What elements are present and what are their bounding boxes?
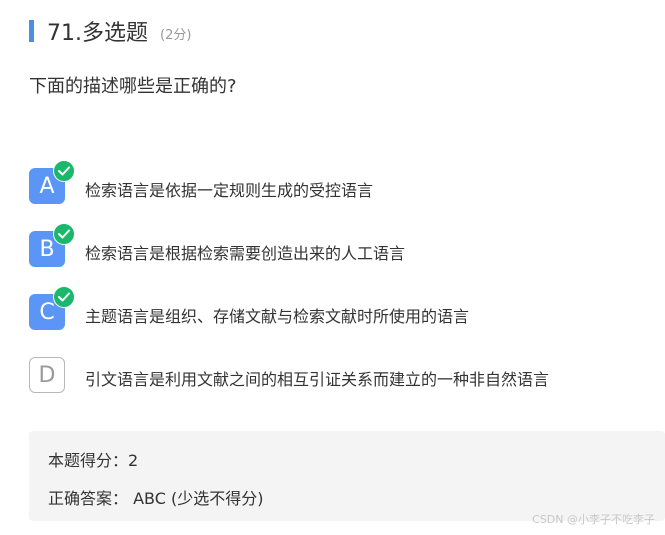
option-c-text: 主题语言是组织、存储文献与检索文献时所使用的语言: [85, 307, 470, 326]
check-circle-icon: [53, 286, 75, 308]
question-header: 71.多选题 (2分): [29, 16, 191, 46]
option-a[interactable]: A 检索语言是依据一定规则生成的受控语言: [29, 160, 649, 231]
option-b-letter: B: [39, 236, 55, 262]
options-list: A 检索语言是依据一定规则生成的受控语言 B 检索语言是根据检索需要创造出来的人…: [29, 160, 649, 420]
watermark: CSDN @小李子不吃李子: [532, 513, 655, 526]
option-c-letter: C: [39, 299, 55, 325]
check-circle-icon: [53, 223, 75, 245]
question-page: 71.多选题 (2分) 下面的描述哪些是正确的? A 检索语言是依据一定规则生成…: [0, 0, 665, 535]
accent-bar: [29, 20, 34, 42]
option-a-letter-box[interactable]: A: [29, 160, 75, 204]
option-d[interactable]: D 引文语言是利用文献之间的相互引证关系而建立的一种非自然语言: [29, 357, 649, 420]
option-d-text: 引文语言是利用文献之间的相互引证关系而建立的一种非自然语言: [85, 370, 550, 389]
question-title: 71.多选题: [47, 21, 148, 46]
option-b-letter-box[interactable]: B: [29, 223, 75, 267]
option-b-text: 检索语言是根据检索需要创造出来的人工语言: [85, 244, 406, 263]
option-a-letter: A: [39, 173, 55, 199]
option-b[interactable]: B 检索语言是根据检索需要创造出来的人工语言: [29, 223, 649, 294]
option-c[interactable]: C 主题语言是组织、存储文献与检索文献时所使用的语言: [29, 286, 649, 357]
check-circle-icon: [53, 160, 75, 182]
correct-answer-label: 正确答案：: [48, 489, 129, 508]
option-d-letter: D: [38, 362, 56, 388]
question-score: (2分): [160, 27, 192, 43]
option-d-letter-box[interactable]: D: [29, 357, 65, 393]
option-a-text: 检索语言是依据一定规则生成的受控语言: [85, 181, 374, 200]
score-line: 本题得分：2: [48, 451, 139, 470]
question-stem: 下面的描述哪些是正确的?: [29, 76, 237, 97]
answer-panel: 本题得分：2 正确答案： ABC (少选不得分): [29, 431, 665, 521]
correct-answer-line: 正确答案： ABC (少选不得分): [48, 485, 264, 509]
correct-answer-value: ABC (少选不得分): [133, 489, 264, 508]
option-c-letter-box[interactable]: C: [29, 286, 75, 330]
